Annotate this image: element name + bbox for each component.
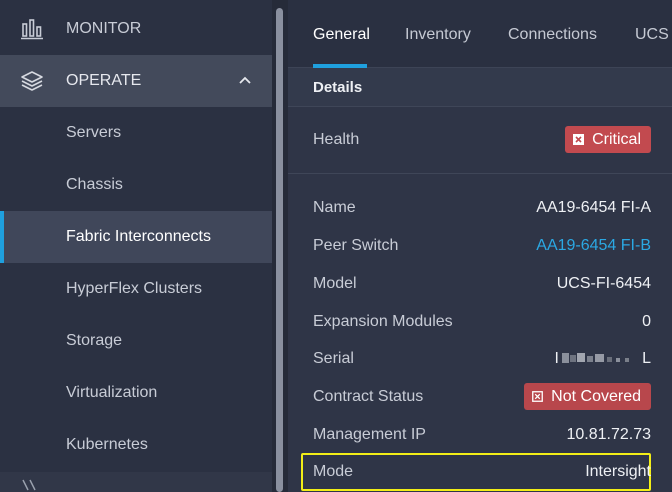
sidebar-item-kubernetes[interactable]: Kubernetes <box>0 419 272 471</box>
nav-monitor-label: MONITOR <box>66 20 142 37</box>
contract-status-text: Not Covered <box>551 387 641 405</box>
details-header: Details <box>288 68 672 107</box>
nav-operate-label: OPERATE <box>66 72 142 89</box>
sidebar: MONITOR OPERATE Servers Chassis Fabric I… <box>0 0 272 492</box>
sidebar-item-label: Kubernetes <box>66 436 148 453</box>
sidebar-item-label: Storage <box>66 332 123 349</box>
not-covered-icon <box>532 391 544 402</box>
mode-label: Mode <box>313 463 354 480</box>
sidebar-item-label: HyperFlex Clusters <box>66 280 203 297</box>
management-ip-label: Management IP <box>313 426 426 443</box>
sidebar-item-label: Chassis <box>66 176 123 193</box>
critical-icon <box>573 134 585 145</box>
sidebar-scrollbar-thumb[interactable] <box>276 8 283 492</box>
tab-ucs[interactable]: UCS I <box>635 26 672 44</box>
sidebar-item-label: Servers <box>66 124 122 141</box>
sidebar-item-servers[interactable]: Servers <box>0 107 272 159</box>
name-value: AA19-6454 FI-A <box>536 199 651 216</box>
sidebar-item-label: Virtualization <box>66 384 158 401</box>
sidebar-item-storage[interactable]: Storage <box>0 315 272 367</box>
serial-label: Serial <box>313 350 354 367</box>
contract-status-badge: Not Covered <box>524 383 651 410</box>
sidebar-item-label: Fabric Interconnects <box>66 228 211 245</box>
tab-general[interactable]: General <box>313 26 370 44</box>
health-label: Health <box>313 131 360 148</box>
details-pane: General Inventory Connections UCS I Deta… <box>288 0 672 492</box>
nav-monitor[interactable]: MONITOR <box>0 3 272 55</box>
tools-icon <box>22 479 36 491</box>
sidebar-item-chassis[interactable]: Chassis <box>0 159 272 211</box>
serial-value-prefix: I <box>554 350 559 367</box>
sidebar-next-item[interactable] <box>0 472 272 492</box>
expansion-modules-value: 0 <box>642 313 651 330</box>
mode-value: Intersight <box>585 463 651 480</box>
tab-connections[interactable]: Connections <box>508 26 597 44</box>
model-value: UCS-FI-6454 <box>556 275 651 292</box>
details-title: Details <box>313 79 363 96</box>
name-label: Name <box>313 199 356 216</box>
contract-status-label: Contract Status <box>313 388 424 405</box>
nav-operate[interactable]: OPERATE <box>0 55 272 107</box>
peer-switch-link[interactable]: AA19-6454 FI-B <box>536 237 651 255</box>
management-ip-value: 10.81.72.73 <box>566 426 651 443</box>
expansion-modules-label: Expansion Modules <box>313 313 453 330</box>
serial-redaction <box>562 353 629 363</box>
peer-switch-label: Peer Switch <box>313 237 399 254</box>
monitor-icon <box>21 19 43 40</box>
tab-inventory[interactable]: Inventory <box>405 26 471 44</box>
health-status-text: Critical <box>592 130 641 148</box>
health-row: Health Critical <box>288 107 672 174</box>
health-status-badge: Critical <box>565 126 651 153</box>
serial-value-suffix: L <box>642 350 651 367</box>
sidebar-item-fabric-interconnects[interactable]: Fabric Interconnects <box>0 211 272 263</box>
chevron-up-icon[interactable] <box>238 75 252 85</box>
sidebar-item-hyperflex-clusters[interactable]: HyperFlex Clusters <box>0 263 272 315</box>
tab-bar: General Inventory Connections UCS I <box>288 0 672 68</box>
sidebar-item-virtualization[interactable]: Virtualization <box>0 367 272 419</box>
layers-icon <box>21 71 43 91</box>
model-label: Model <box>313 275 357 292</box>
